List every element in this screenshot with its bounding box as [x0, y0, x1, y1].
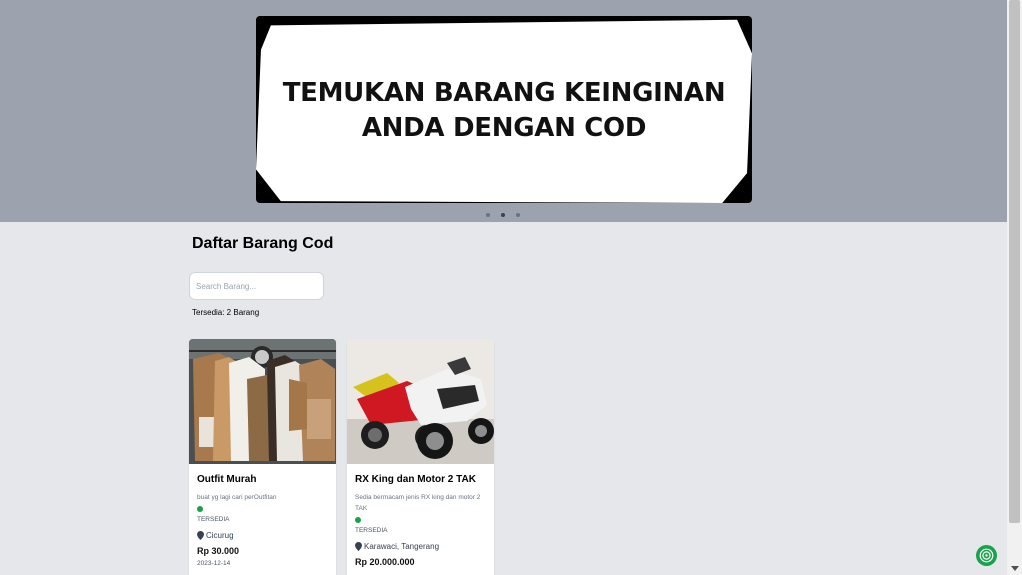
product-image[interactable]: [189, 339, 336, 464]
banner-slide[interactable]: TEMUKAN BARANG KEINGINAN ANDA DENGAN COD: [256, 16, 752, 203]
scroll-down-arrow-icon[interactable]: [1011, 566, 1019, 571]
product-description: Sedia bermacam jenis RX king dan motor 2…: [355, 494, 481, 512]
product-location: Karawaci, Tangerang: [355, 542, 486, 551]
status-indicator-icon: [355, 517, 361, 523]
product-title[interactable]: Outfit Murah: [197, 474, 328, 486]
chat-support-icon: [979, 548, 994, 563]
search-input[interactable]: [189, 272, 324, 300]
carousel-dot-2[interactable]: [501, 213, 505, 217]
product-title[interactable]: RX King dan Motor 2 TAK: [355, 474, 486, 486]
product-price: Rp 20.000.000: [355, 557, 415, 567]
product-location-text: Cicurug: [206, 531, 234, 540]
vertical-scrollbar[interactable]: [1007, 0, 1022, 575]
hero-carousel[interactable]: TEMUKAN BARANG KEINGINAN ANDA DENGAN COD: [0, 0, 1007, 222]
product-status: TERSEDIA: [355, 527, 388, 534]
product-card[interactable]: RX King dan Motor 2 TAK Sedia bermacam j…: [347, 339, 494, 575]
map-pin-icon: [355, 542, 362, 551]
product-image[interactable]: [347, 339, 494, 464]
product-location: Cicurug: [197, 531, 328, 540]
banner-text: TEMUKAN BARANG KEINGINAN ANDA DENGAN COD: [256, 76, 752, 146]
scrollbar-thumb[interactable]: [1009, 0, 1020, 523]
chat-support-button[interactable]: [976, 545, 997, 566]
banner-text-line2: ANDA DENGAN COD: [361, 113, 647, 143]
motorcycles-photo: [347, 339, 494, 464]
carousel-indicators: [486, 213, 520, 217]
product-location-text: Karawaci, Tangerang: [364, 542, 440, 551]
clothing-rack-photo: [189, 339, 336, 464]
product-price: Rp 30.000: [197, 546, 240, 556]
map-pin-icon: [197, 531, 204, 540]
carousel-dot-1[interactable]: [486, 213, 490, 217]
banner-text-line1: TEMUKAN BARANG KEINGINAN: [282, 78, 726, 108]
page-title: Daftar Barang Cod: [192, 235, 334, 252]
status-indicator-icon: [197, 506, 203, 512]
product-status: TERSEDIA: [197, 516, 230, 523]
product-date: 2023-12-14: [197, 560, 231, 567]
carousel-dot-3[interactable]: [516, 213, 520, 217]
product-description: buat yg lagi cari perOutfitan: [197, 494, 277, 501]
available-count: Tersedia: 2 Barang: [192, 308, 260, 317]
product-card[interactable]: Outfit Murah buat yg lagi cari perOutfit…: [189, 339, 336, 575]
